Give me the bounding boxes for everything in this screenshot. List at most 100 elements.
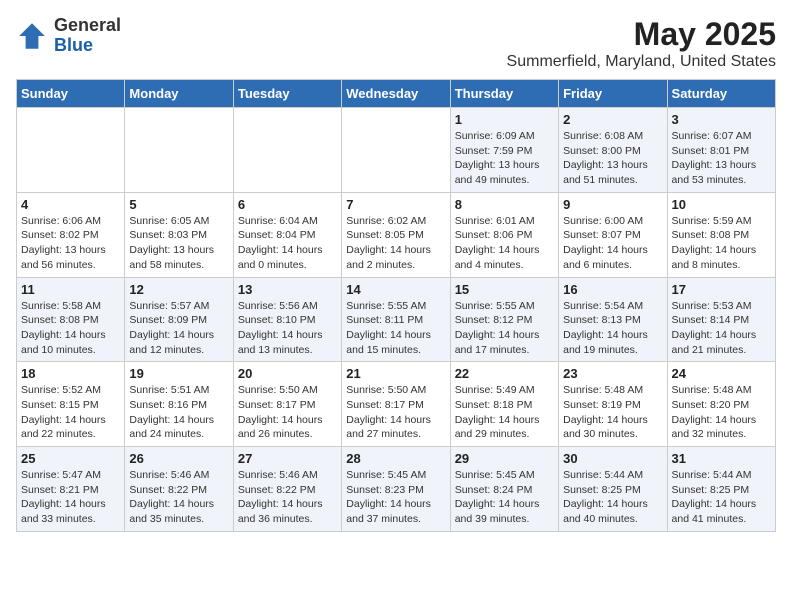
calendar-cell: 12 Sunrise: 5:57 AM Sunset: 8:09 PM Dayli… [125,277,233,362]
page-title: May 2025 [507,16,776,53]
day-number: 3 [672,112,771,127]
day-info: Sunrise: 5:48 AM Sunset: 8:20 PM Dayligh… [672,383,771,442]
day-number: 15 [455,282,554,297]
calendar-cell: 29 Sunrise: 5:45 AM Sunset: 8:24 PM Dayli… [450,447,558,532]
day-number: 6 [238,197,337,212]
day-info: Sunrise: 5:52 AM Sunset: 8:15 PM Dayligh… [21,383,120,442]
day-info: Sunrise: 5:45 AM Sunset: 8:23 PM Dayligh… [346,468,445,527]
calendar-week-row: 18 Sunrise: 5:52 AM Sunset: 8:15 PM Dayli… [17,362,776,447]
day-number: 13 [238,282,337,297]
column-header-thursday: Thursday [450,80,558,108]
calendar-cell: 4 Sunrise: 6:06 AM Sunset: 8:02 PM Daylig… [17,192,125,277]
day-number: 27 [238,451,337,466]
day-number: 22 [455,366,554,381]
day-number: 7 [346,197,445,212]
calendar-cell: 8Sunrise: 6:01 AM Sunset: 8:06 PM Daylig… [450,192,558,277]
day-info: Sunrise: 5:50 AM Sunset: 8:17 PM Dayligh… [346,383,445,442]
day-number: 4 [21,197,120,212]
day-number: 29 [455,451,554,466]
calendar-cell: 10 Sunrise: 5:59 AM Sunset: 8:08 PM Dayli… [667,192,775,277]
column-header-tuesday: Tuesday [233,80,341,108]
day-info: Sunrise: 5:46 AM Sunset: 8:22 PM Dayligh… [129,468,228,527]
calendar-cell: 21 Sunrise: 5:50 AM Sunset: 8:17 PM Dayli… [342,362,450,447]
day-info: Sunrise: 5:58 AM Sunset: 8:08 PM Dayligh… [21,299,120,358]
title-block: May 2025 Summerfield, Maryland, United S… [507,16,776,71]
calendar-cell: 26Sunrise: 5:46 AM Sunset: 8:22 PM Dayli… [125,447,233,532]
calendar-cell: 23 Sunrise: 5:48 AM Sunset: 8:19 PM Dayli… [559,362,667,447]
column-header-saturday: Saturday [667,80,775,108]
day-number: 19 [129,366,228,381]
day-number: 1 [455,112,554,127]
calendar-header-row: SundayMondayTuesdayWednesdayThursdayFrid… [17,80,776,108]
day-number: 25 [21,451,120,466]
calendar-cell: 20 Sunrise: 5:50 AM Sunset: 8:17 PM Dayli… [233,362,341,447]
day-info: Sunrise: 6:01 AM Sunset: 8:06 PM Dayligh… [455,214,554,273]
day-info: Sunrise: 6:05 AM Sunset: 8:03 PM Dayligh… [129,214,228,273]
day-info: Sunrise: 5:56 AM Sunset: 8:10 PM Dayligh… [238,299,337,358]
calendar-cell: 1 Sunrise: 6:09 AM Sunset: 7:59 PM Daylig… [450,108,558,193]
day-info: Sunrise: 5:57 AM Sunset: 8:09 PM Dayligh… [129,299,228,358]
day-info: Sunrise: 6:02 AM Sunset: 8:05 PM Dayligh… [346,214,445,273]
day-number: 20 [238,366,337,381]
column-header-wednesday: Wednesday [342,80,450,108]
column-header-sunday: Sunday [17,80,125,108]
calendar-cell: 2 Sunrise: 6:08 AM Sunset: 8:00 PM Daylig… [559,108,667,193]
calendar-cell: 7 Sunrise: 6:02 AM Sunset: 8:05 PM Daylig… [342,192,450,277]
day-number: 16 [563,282,662,297]
calendar-table: SundayMondayTuesdayWednesdayThursdayFrid… [16,79,776,532]
day-number: 31 [672,451,771,466]
day-number: 23 [563,366,662,381]
calendar-cell: 28 Sunrise: 5:45 AM Sunset: 8:23 PM Dayli… [342,447,450,532]
calendar-cell [233,108,341,193]
calendar-cell: 30 Sunrise: 5:44 AM Sunset: 8:25 PM Dayli… [559,447,667,532]
calendar-cell: 27Sunrise: 5:46 AM Sunset: 8:22 PM Dayli… [233,447,341,532]
day-info: Sunrise: 5:59 AM Sunset: 8:08 PM Dayligh… [672,214,771,273]
logo: General Blue [16,16,121,56]
page-subtitle: Summerfield, Maryland, United States [507,53,776,71]
calendar-week-row: 25Sunrise: 5:47 AM Sunset: 8:21 PM Dayli… [17,447,776,532]
day-info: Sunrise: 5:44 AM Sunset: 8:25 PM Dayligh… [563,468,662,527]
day-info: Sunrise: 5:54 AM Sunset: 8:13 PM Dayligh… [563,299,662,358]
calendar-cell: 13 Sunrise: 5:56 AM Sunset: 8:10 PM Dayli… [233,277,341,362]
calendar-cell: 17Sunrise: 5:53 AM Sunset: 8:14 PM Dayli… [667,277,775,362]
day-number: 9 [563,197,662,212]
day-info: Sunrise: 6:04 AM Sunset: 8:04 PM Dayligh… [238,214,337,273]
day-number: 17 [672,282,771,297]
day-number: 28 [346,451,445,466]
logo-blue: Blue [54,35,93,55]
day-number: 2 [563,112,662,127]
calendar-cell [17,108,125,193]
column-header-monday: Monday [125,80,233,108]
calendar-cell: 19Sunrise: 5:51 AM Sunset: 8:16 PM Dayli… [125,362,233,447]
calendar-week-row: 1 Sunrise: 6:09 AM Sunset: 7:59 PM Daylig… [17,108,776,193]
logo-general: General [54,15,121,35]
page-header: General Blue May 2025 Summerfield, Maryl… [16,16,776,71]
calendar-cell: 9 Sunrise: 6:00 AM Sunset: 8:07 PM Daylig… [559,192,667,277]
calendar-cell: 24Sunrise: 5:48 AM Sunset: 8:20 PM Dayli… [667,362,775,447]
calendar-cell: 31 Sunrise: 5:44 AM Sunset: 8:25 PM Dayli… [667,447,775,532]
day-number: 12 [129,282,228,297]
calendar-cell: 3 Sunrise: 6:07 AM Sunset: 8:01 PM Daylig… [667,108,775,193]
day-info: Sunrise: 6:07 AM Sunset: 8:01 PM Dayligh… [672,129,771,188]
day-number: 10 [672,197,771,212]
calendar-cell: 6 Sunrise: 6:04 AM Sunset: 8:04 PM Daylig… [233,192,341,277]
day-number: 21 [346,366,445,381]
day-info: Sunrise: 6:08 AM Sunset: 8:00 PM Dayligh… [563,129,662,188]
column-header-friday: Friday [559,80,667,108]
calendar-cell: 11Sunrise: 5:58 AM Sunset: 8:08 PM Dayli… [17,277,125,362]
calendar-cell: 15Sunrise: 5:55 AM Sunset: 8:12 PM Dayli… [450,277,558,362]
day-info: Sunrise: 6:06 AM Sunset: 8:02 PM Dayligh… [21,214,120,273]
day-number: 30 [563,451,662,466]
day-info: Sunrise: 5:48 AM Sunset: 8:19 PM Dayligh… [563,383,662,442]
calendar-cell: 18 Sunrise: 5:52 AM Sunset: 8:15 PM Dayli… [17,362,125,447]
day-info: Sunrise: 5:45 AM Sunset: 8:24 PM Dayligh… [455,468,554,527]
day-info: Sunrise: 6:09 AM Sunset: 7:59 PM Dayligh… [455,129,554,188]
calendar-week-row: 11Sunrise: 5:58 AM Sunset: 8:08 PM Dayli… [17,277,776,362]
day-number: 18 [21,366,120,381]
day-info: Sunrise: 6:00 AM Sunset: 8:07 PM Dayligh… [563,214,662,273]
day-info: Sunrise: 5:49 AM Sunset: 8:18 PM Dayligh… [455,383,554,442]
day-info: Sunrise: 5:44 AM Sunset: 8:25 PM Dayligh… [672,468,771,527]
calendar-cell: 5Sunrise: 6:05 AM Sunset: 8:03 PM Daylig… [125,192,233,277]
day-info: Sunrise: 5:50 AM Sunset: 8:17 PM Dayligh… [238,383,337,442]
calendar-cell [125,108,233,193]
